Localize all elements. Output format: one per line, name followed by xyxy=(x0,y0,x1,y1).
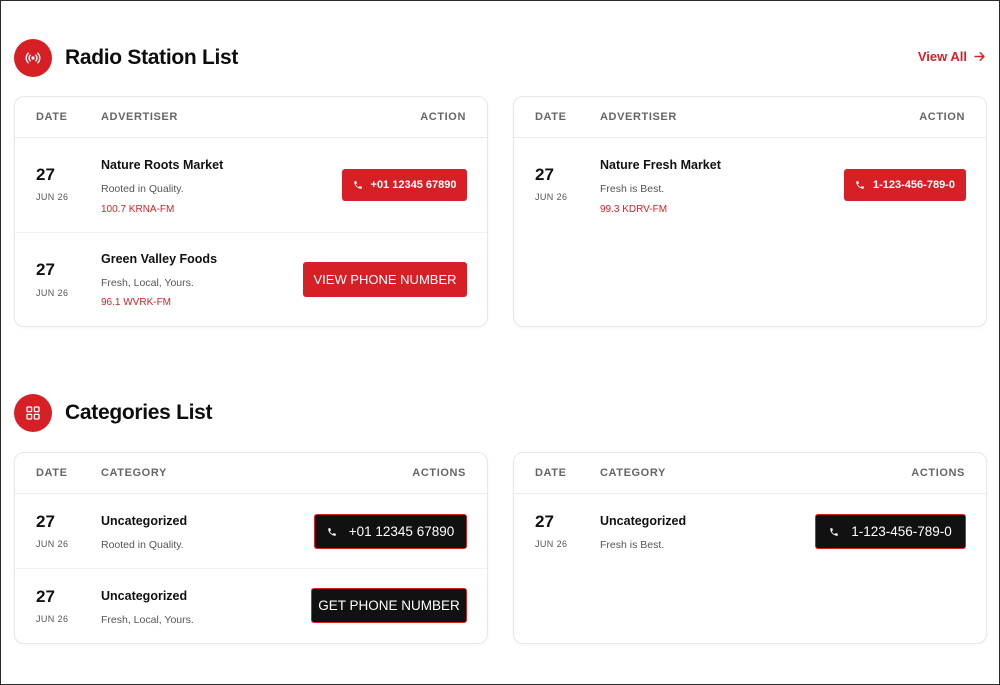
radio-card-1: DATE ADVERTISER ACTION 27 JUN 26 Nature … xyxy=(14,96,488,327)
call-phone-button[interactable]: +01 12345 67890 xyxy=(342,169,467,201)
phone-icon xyxy=(856,181,864,189)
header-advertiser: ADVERTISER xyxy=(101,111,178,123)
categories-section-title: Categories List xyxy=(65,401,213,424)
view-phone-number-label: VIEW PHONE NUMBER xyxy=(313,272,457,287)
phone-icon xyxy=(353,181,362,189)
date-month: JUN 26 xyxy=(36,192,69,202)
category-tagline: Fresh, Local, Yours. xyxy=(101,614,194,626)
table-row: 27 JUN 26 Nature Roots Market Rooted in … xyxy=(15,138,487,233)
date-month: JUN 26 xyxy=(36,539,69,549)
category-name: Uncategorized xyxy=(600,514,687,528)
categories-section-header: Categories List xyxy=(14,394,213,432)
get-phone-number-label: GET PHONE NUMBER xyxy=(318,598,460,613)
call-phone-button[interactable]: 1-123-456-789-0 xyxy=(844,169,966,201)
date-month: JUN 26 xyxy=(535,192,568,202)
date-day: 27 xyxy=(36,165,55,184)
table-header: DATE ADVERTISER ACTION xyxy=(15,97,487,138)
get-phone-number-button[interactable]: GET PHONE NUMBER xyxy=(311,588,467,623)
table-row: 27 JUN 26 Uncategorized Rooted in Qualit… xyxy=(15,494,487,569)
arrow-right-icon xyxy=(974,52,985,61)
category-tagline: Fresh is Best. xyxy=(600,539,665,551)
table-row: 27 JUN 26 Nature Fresh Market Fresh is B… xyxy=(514,138,986,233)
date-month: JUN 26 xyxy=(36,614,69,624)
table-row: 27 JUN 26 Uncategorized Fresh is Best. 1… xyxy=(514,494,986,569)
phone-icon xyxy=(328,527,336,536)
view-all-link[interactable]: View All xyxy=(918,49,985,64)
header-date: DATE xyxy=(535,111,567,123)
grid-icon xyxy=(14,394,52,432)
header-action: ACTION xyxy=(919,111,965,123)
category-name: Uncategorized xyxy=(101,589,188,603)
categories-card-2: DATE CATEGORY ACTIONS 27 JUN 26 Uncatego… xyxy=(513,452,987,644)
header-category: CATEGORY xyxy=(600,467,666,479)
table-header: DATE CATEGORY ACTIONS xyxy=(15,453,487,494)
station-frequency: 99.3 KDRV-FM xyxy=(600,204,668,215)
header-actions: ACTIONS xyxy=(412,467,466,479)
date-month: JUN 26 xyxy=(535,539,568,549)
table-header: DATE ADVERTISER ACTION xyxy=(514,97,986,138)
table-row: 27 JUN 26 Green Valley Foods Fresh, Loca… xyxy=(15,233,487,326)
call-phone-button[interactable]: 1-123-456-789-0 xyxy=(815,514,966,549)
header-actions: ACTIONS xyxy=(911,467,965,479)
phone-number-label: +01 12345 67890 xyxy=(348,524,455,539)
table-header: DATE CATEGORY ACTIONS xyxy=(514,453,986,494)
view-phone-number-button[interactable]: VIEW PHONE NUMBER xyxy=(303,262,467,297)
phone-icon xyxy=(830,527,838,536)
phone-number-label: 1-123-456-789-0 xyxy=(851,524,952,539)
header-date: DATE xyxy=(36,111,68,123)
header-action: ACTION xyxy=(420,111,466,123)
advertiser-tagline: Fresh, Local, Yours. xyxy=(101,277,194,289)
advertiser-name: Nature Roots Market xyxy=(101,158,224,172)
date-month: JUN 26 xyxy=(36,288,69,298)
header-date: DATE xyxy=(36,467,68,479)
header-date: DATE xyxy=(535,467,567,479)
radio-section-header: Radio Station List xyxy=(14,39,238,77)
radio-card-2: DATE ADVERTISER ACTION 27 JUN 26 Nature … xyxy=(513,96,987,327)
date-day: 27 xyxy=(535,512,554,531)
advertiser-tagline: Fresh is Best. xyxy=(600,183,665,195)
call-phone-button[interactable]: +01 12345 67890 xyxy=(314,514,467,549)
station-frequency: 100.7 KRNA-FM xyxy=(101,204,175,215)
header-advertiser: ADVERTISER xyxy=(600,111,677,123)
radio-section-title: Radio Station List xyxy=(65,46,239,69)
advertiser-name: Nature Fresh Market xyxy=(600,158,721,172)
phone-number-label: +01 12345 67890 xyxy=(370,179,457,191)
table-row: 27 JUN 26 Uncategorized Fresh, Local, Yo… xyxy=(15,569,487,643)
date-day: 27 xyxy=(36,587,55,606)
radio-broadcast-icon xyxy=(14,39,52,77)
category-name: Uncategorized xyxy=(101,514,188,528)
date-day: 27 xyxy=(535,165,554,184)
date-day: 27 xyxy=(36,512,55,531)
station-frequency: 96.1 WVRK-FM xyxy=(101,297,172,308)
date-day: 27 xyxy=(36,260,55,279)
advertiser-name: Green Valley Foods xyxy=(101,252,218,266)
phone-number-label: 1-123-456-789-0 xyxy=(873,179,955,191)
categories-card-1: DATE CATEGORY ACTIONS 27 JUN 26 Uncatego… xyxy=(14,452,488,644)
header-category: CATEGORY xyxy=(101,467,167,479)
category-tagline: Rooted in Quality. xyxy=(101,539,184,551)
view-all-label: View All xyxy=(917,49,967,64)
advertiser-tagline: Rooted in Quality. xyxy=(101,183,184,195)
